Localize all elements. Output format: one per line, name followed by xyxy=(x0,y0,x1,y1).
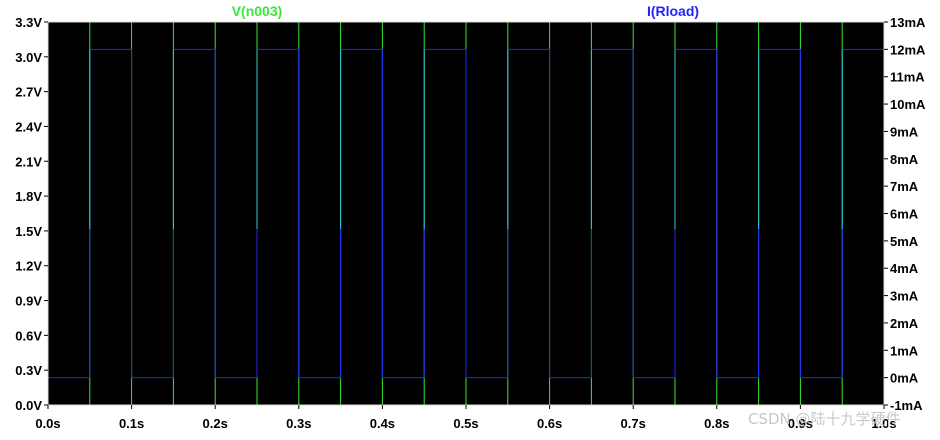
right-tick-label: 13mA xyxy=(890,15,926,30)
right-tick-label: 7mA xyxy=(890,179,919,194)
left-tick-label: 1.5V xyxy=(15,224,42,239)
right-tick-label: 4mA xyxy=(890,261,919,276)
right-tick-label: 11mA xyxy=(890,70,925,85)
x-tick-label: 0.1s xyxy=(119,416,144,431)
left-tick-label: 0.6V xyxy=(15,328,42,343)
right-tick-label: 8mA xyxy=(890,152,919,167)
left-tick-label: 0.9V xyxy=(15,294,42,309)
right-axis-ticks: -1mA0mA1mA2mA3mA4mA5mA6mA7mA8mA9mA10mA11… xyxy=(884,15,926,413)
left-tick-label: 0.3V xyxy=(15,363,42,378)
legend: V(n003) I(Rload) xyxy=(232,3,699,19)
x-tick-label: 0.0s xyxy=(35,416,60,431)
x-tick-label: 0.8s xyxy=(704,416,729,431)
x-tick-label: 0.3s xyxy=(286,416,311,431)
right-tick-label: 0mA xyxy=(890,371,919,386)
left-tick-label: 2.4V xyxy=(15,119,42,134)
right-tick-label: 1mA xyxy=(890,343,919,358)
right-tick-label: 12mA xyxy=(890,42,926,57)
left-axis-ticks: 0.0V 0.3V 0.6V 0.9V 1.2V 1.5V 1.8V 2.1V 2.4V 2.7V… xyxy=(15,15,48,413)
left-tick-label: 3.3V xyxy=(15,15,42,30)
x-tick-label: 0.5s xyxy=(453,416,478,431)
left-tick-label: 2.1V xyxy=(15,154,42,169)
right-tick-label: 3mA xyxy=(890,289,919,304)
chart-root: 0.0s 0.1s 0.2s 0.3s 0.4s 0.5s 0.6s 0.7s 0.8s 0.9s… xyxy=(0,0,940,435)
x-tick-label: 0.7s xyxy=(621,416,646,431)
right-tick-label: 9mA xyxy=(890,124,919,139)
left-tick-label: 3.0V xyxy=(15,50,42,65)
x-tick-label: 0.4s xyxy=(370,416,395,431)
legend-label-voltage: V(n003) xyxy=(232,3,283,19)
series-layer xyxy=(48,21,884,406)
x-tick-label: 0.2s xyxy=(203,416,228,431)
waveform-chart: 0.0s 0.1s 0.2s 0.3s 0.4s 0.5s 0.6s 0.7s 0.8s 0.9s… xyxy=(15,3,926,431)
watermark: CSDN @陆十九学硬件 xyxy=(748,410,901,428)
left-tick-label: 0.0V xyxy=(15,398,42,413)
right-tick-label: 10mA xyxy=(890,97,926,112)
x-tick-label: 0.6s xyxy=(537,416,562,431)
legend-label-current: I(Rload) xyxy=(647,3,699,19)
right-tick-label: 6mA xyxy=(890,207,919,222)
left-tick-label: 1.2V xyxy=(15,259,42,274)
right-tick-label: 2mA xyxy=(890,316,919,331)
left-tick-label: 2.7V xyxy=(15,85,42,100)
left-tick-label: 1.8V xyxy=(15,189,42,204)
right-tick-label: 5mA xyxy=(890,234,919,249)
